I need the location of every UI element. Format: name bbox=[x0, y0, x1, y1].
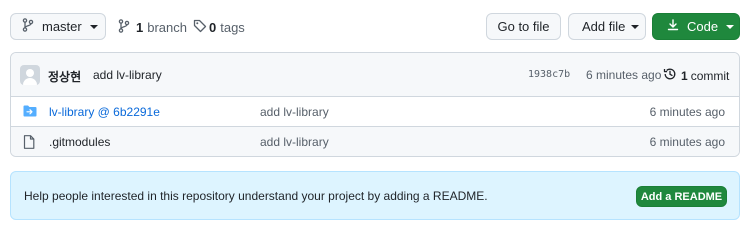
git-branch-icon bbox=[118, 19, 130, 36]
readme-banner: Help people interested in this repositor… bbox=[10, 171, 740, 220]
download-icon bbox=[667, 19, 679, 34]
file-commit-time: 6 minutes ago bbox=[649, 135, 725, 149]
chevron-down-icon bbox=[726, 24, 735, 29]
branches-link[interactable]: 1 branch bbox=[118, 19, 187, 36]
add-readme-button[interactable]: Add a README bbox=[636, 186, 727, 207]
branch-count: 1 bbox=[136, 20, 144, 35]
tag-count-label: tags bbox=[220, 20, 245, 35]
chevron-down-icon bbox=[89, 24, 98, 29]
commit-author[interactable]: 정상현 bbox=[48, 68, 81, 85]
commit-message[interactable]: add lv-library bbox=[93, 68, 162, 82]
code-button[interactable]: Code bbox=[652, 13, 740, 40]
branch-select-button[interactable]: master bbox=[10, 13, 106, 40]
branch-count-label: branch bbox=[147, 20, 187, 35]
tags-link[interactable]: 0 tags bbox=[193, 19, 245, 36]
latest-commit-bar: 정상현 add lv-library 1938c7b 6 minutes ago… bbox=[11, 53, 739, 97]
file-browser: 정상현 add lv-library 1938c7b 6 minutes ago… bbox=[10, 52, 740, 157]
add-file-button[interactable]: Add file bbox=[568, 13, 646, 40]
file-commit-message[interactable]: add lv-library bbox=[260, 135, 329, 149]
tag-icon bbox=[193, 19, 207, 36]
commit-time: 6 minutes ago bbox=[586, 68, 662, 82]
avatar-icon[interactable] bbox=[20, 65, 40, 85]
code-button-label: Code bbox=[687, 19, 719, 34]
file-row: lv-library @ 6b2291e add lv-library 6 mi… bbox=[11, 97, 739, 127]
add-readme-label: Add a README bbox=[640, 190, 723, 203]
chevron-down-icon bbox=[631, 24, 640, 29]
history-icon bbox=[663, 67, 677, 84]
file-row: .gitmodules add lv-library 6 minutes ago bbox=[11, 127, 739, 156]
file-commit-message[interactable]: add lv-library bbox=[260, 105, 329, 119]
file-icon bbox=[23, 135, 35, 152]
add-file-label: Add file bbox=[582, 19, 626, 34]
commit-count: 1 bbox=[681, 68, 688, 83]
git-branch-icon bbox=[22, 18, 34, 35]
commit-count-label: commit bbox=[690, 68, 730, 83]
readme-banner-text: Help people interested in this repositor… bbox=[24, 189, 488, 203]
branch-select-label: master bbox=[42, 19, 82, 34]
tag-count: 0 bbox=[209, 20, 217, 35]
go-to-file-label: Go to file bbox=[497, 19, 550, 34]
commit-history-link[interactable]: 1 commit bbox=[663, 67, 729, 84]
file-name-link[interactable]: lv-library @ 6b2291e bbox=[49, 105, 160, 119]
file-name-link[interactable]: .gitmodules bbox=[49, 135, 110, 149]
commit-sha[interactable]: 1938c7b bbox=[528, 69, 570, 80]
submodule-folder-icon bbox=[23, 105, 37, 120]
go-to-file-button[interactable]: Go to file bbox=[486, 13, 561, 40]
file-commit-time: 6 minutes ago bbox=[649, 105, 725, 119]
